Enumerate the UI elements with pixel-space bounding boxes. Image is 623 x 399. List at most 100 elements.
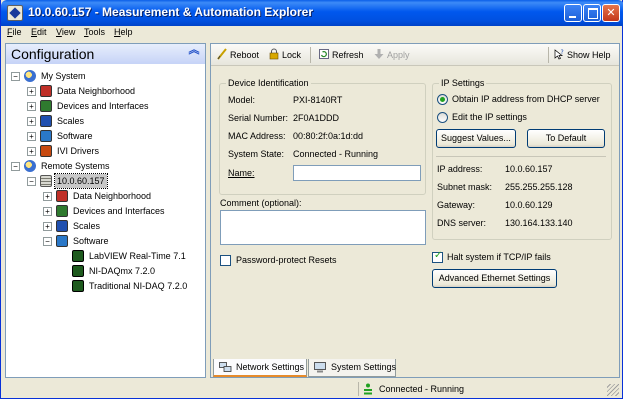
software-icon [56, 235, 68, 247]
tree-node[interactable]: + Data Neighborhood [6, 189, 205, 203]
device-identification-group: Device Identification Model: PXI-8140RT … [219, 78, 426, 195]
serial-number-label: Serial Number: [228, 113, 289, 123]
ip-settings-divider [436, 156, 606, 157]
settings-pane: Reboot Lock Refresh Apply ? Show Help Dev… [210, 43, 620, 378]
tree-node[interactable]: + Devices and Interfaces [6, 204, 205, 218]
apply-label: Apply [387, 50, 410, 60]
expand-icon[interactable]: + [43, 192, 52, 201]
data-neighborhood-icon [56, 190, 68, 202]
dhcp-radio[interactable] [437, 94, 448, 105]
advanced-ethernet-settings-button[interactable]: Advanced Ethernet Settings [432, 269, 557, 288]
edit-ip-label: Edit the IP settings [452, 112, 527, 122]
edit-ip-radio[interactable] [437, 112, 448, 123]
configuration-tree: − My System + Data Neighborhood + Devices and… [6, 66, 205, 377]
connected-icon [364, 383, 372, 395]
tree-node[interactable]: − 10.0.60.157 [6, 173, 205, 189]
scales-icon [56, 220, 68, 232]
menu-view[interactable]: View [56, 27, 75, 37]
refresh-button[interactable]: Refresh [318, 48, 364, 62]
mac-address-value: 00:80:2f:0a:1d:dd [293, 131, 364, 141]
title-bar[interactable]: 10.0.60.157 - Measurement & Automation E… [1, 0, 623, 26]
apply-button[interactable]: Apply [373, 48, 410, 62]
collapse-node-icon[interactable]: − [11, 72, 20, 81]
tree-node-label: My System [41, 71, 86, 81]
tree-node-label: IVI Drivers [57, 146, 100, 156]
tree-node[interactable]: − Software [6, 234, 205, 248]
expand-icon[interactable]: + [43, 222, 52, 231]
collapse-node-icon[interactable]: − [11, 162, 20, 171]
expand-icon[interactable]: + [27, 147, 36, 156]
tree-node[interactable]: + Scales [6, 114, 205, 128]
main-window: 10.0.60.157 - Measurement & Automation E… [0, 0, 623, 399]
comment-input[interactable] [220, 210, 426, 245]
collapse-node-icon[interactable]: − [27, 177, 36, 186]
software-package-icon [72, 280, 84, 292]
toolbar-separator [548, 47, 549, 63]
close-button[interactable]: ✕ [602, 4, 620, 22]
tree-node[interactable]: + IVI Drivers [6, 144, 205, 158]
devices-icon [56, 205, 68, 217]
resize-grip[interactable] [607, 384, 619, 396]
tree-node[interactable]: + Data Neighborhood [6, 84, 205, 98]
refresh-label: Refresh [332, 50, 364, 60]
name-input[interactable] [293, 165, 421, 181]
dns-server-label: DNS server: [437, 218, 487, 228]
tree-node-label: Scales [57, 116, 85, 126]
devices-icon [40, 100, 52, 112]
configuration-header: Configuration ︽ [6, 44, 205, 64]
expand-icon[interactable]: + [27, 117, 36, 126]
tree-node-label: Scales [73, 221, 101, 231]
lock-button[interactable]: Lock [268, 48, 301, 62]
subnet-mask-value: 255.255.255.128 [505, 182, 573, 192]
tree-node[interactable]: + Software [6, 129, 205, 143]
tab-system-settings-label: System Settings [331, 362, 397, 372]
reboot-button[interactable]: Reboot [216, 48, 259, 62]
ip-settings-group: IP Settings Obtain IP address from DHCP … [432, 78, 612, 240]
collapse-icon[interactable]: ︽ [188, 45, 200, 61]
reboot-label: Reboot [230, 50, 260, 60]
tree-node[interactable]: + Scales [6, 219, 205, 233]
tree-node[interactable]: NI-DAQmx 7.2.0 [6, 264, 205, 278]
subnet-mask-label: Subnet mask: [437, 182, 493, 192]
menu-tools[interactable]: Tools [84, 27, 105, 37]
software-icon [40, 130, 52, 142]
expand-icon[interactable]: + [27, 132, 36, 141]
minimize-button[interactable] [564, 4, 582, 22]
expand-icon[interactable]: + [27, 102, 36, 111]
gateway-label: Gateway: [437, 200, 476, 210]
configuration-pane: Configuration ︽ − My System + Data Neighbor… [5, 43, 206, 378]
tree-node[interactable]: LabVIEW Real-Time 7.1 [6, 249, 205, 263]
pxi-target-icon [40, 175, 52, 187]
expand-icon[interactable]: + [27, 87, 36, 96]
tree-node[interactable]: − Remote Systems [6, 159, 205, 173]
halt-on-fail-label: Halt system if TCP/IP fails [447, 252, 551, 262]
lock-icon [269, 48, 279, 60]
maximize-button[interactable] [583, 4, 601, 22]
tree-node[interactable]: − My System [6, 69, 205, 83]
password-protect-label: Password-protect Resets [236, 255, 337, 265]
expand-icon[interactable]: + [43, 207, 52, 216]
tab-system-settings[interactable]: System Settings [308, 359, 396, 377]
scales-icon [40, 115, 52, 127]
model-label: Model: [228, 95, 256, 105]
to-default-button[interactable]: To Default [527, 129, 605, 148]
show-help-button[interactable]: ? Show Help [553, 48, 611, 62]
halt-on-fail-checkbox[interactable] [432, 250, 443, 263]
tab-network-settings-label: Network Settings [236, 362, 305, 372]
window-title: 10.0.60.157 - Measurement & Automation E… [28, 5, 313, 19]
tab-network-settings[interactable]: Network Settings [213, 359, 307, 377]
network-settings-panel: Device Identification Model: PXI-8140RT … [211, 67, 619, 355]
menu-edit[interactable]: Edit [31, 27, 47, 37]
dns-server-value: 130.164.133.140 [505, 218, 573, 228]
collapse-node-icon[interactable]: − [43, 237, 52, 246]
tree-node[interactable]: Traditional NI-DAQ 7.2.0 [6, 279, 205, 293]
menu-file[interactable]: File [7, 27, 22, 37]
help-icon: ? [554, 49, 564, 60]
password-protect-checkbox[interactable] [220, 255, 231, 266]
menu-help[interactable]: Help [114, 27, 133, 37]
apply-arrow-icon [374, 49, 384, 59]
tree-node-label: LabVIEW Real-Time 7.1 [89, 251, 186, 261]
suggest-values-button[interactable]: Suggest Values... [436, 129, 516, 148]
tree-node[interactable]: + Devices and Interfaces [6, 99, 205, 113]
software-package-icon [72, 265, 84, 277]
